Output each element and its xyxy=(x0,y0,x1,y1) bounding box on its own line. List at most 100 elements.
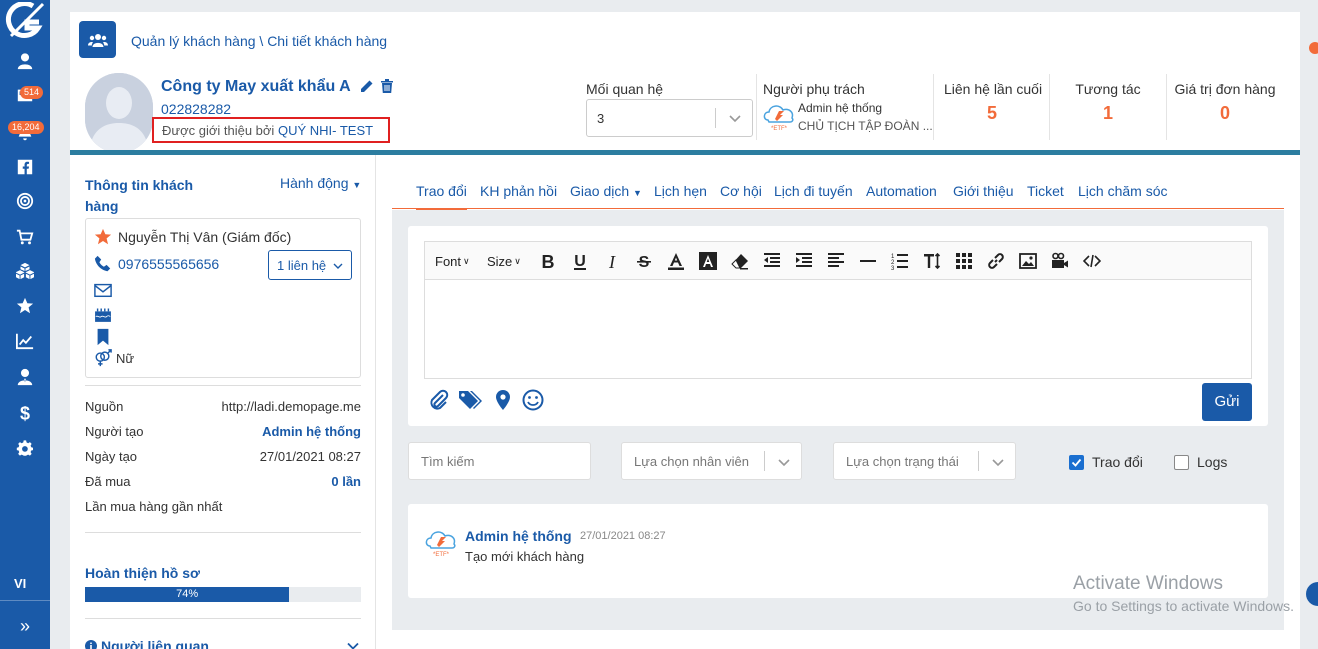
stat-label: Giá trị đơn hàng xyxy=(1174,81,1276,97)
highlight-button[interactable] xyxy=(699,252,717,270)
line-height-button[interactable] xyxy=(923,252,941,270)
referral-name[interactable]: QUÝ NHI- TEST xyxy=(278,123,373,138)
related-people-toggle[interactable]: Người liên quan xyxy=(85,638,209,649)
tags-icon[interactable] xyxy=(458,389,484,411)
status-select[interactable]: Lựa chọn trạng thái xyxy=(833,442,1016,480)
log-author[interactable]: Admin hệ thống xyxy=(465,528,572,544)
gear-icon xyxy=(16,440,34,456)
progress-text: 74% xyxy=(176,588,199,600)
image-button[interactable] xyxy=(1019,252,1037,270)
sidebar-finance[interactable]: $ xyxy=(0,398,50,428)
chevron-down-icon[interactable] xyxy=(347,640,359,649)
horizontal-rule-icon xyxy=(860,260,876,262)
align-button[interactable] xyxy=(827,252,845,270)
clear-format-button[interactable] xyxy=(731,252,749,270)
sidebar-cart[interactable] xyxy=(0,222,50,252)
gender-icon xyxy=(95,349,112,367)
svg-text:*ETF*: *ETF* xyxy=(771,126,788,132)
customer-phone[interactable]: 022828282 xyxy=(161,101,231,117)
customer-info-title: Thông tin khách hàng xyxy=(85,177,194,214)
indent-button[interactable] xyxy=(795,252,813,270)
field-label: Đã mua xyxy=(85,474,131,489)
video-button[interactable] xyxy=(1051,252,1069,270)
birthday-cake-icon xyxy=(95,308,111,322)
app-logo-icon[interactable] xyxy=(3,2,45,40)
field-value[interactable]: 0 lần xyxy=(331,474,361,489)
sidebar-user[interactable] xyxy=(0,46,50,76)
contact-phone[interactable]: 0976555565656 xyxy=(118,256,219,272)
code-view-button[interactable] xyxy=(1083,252,1101,270)
header-divider xyxy=(1166,74,1167,140)
trash-icon[interactable] xyxy=(381,79,393,93)
tab-transactions[interactable]: Giao dịch ▼ xyxy=(570,183,642,199)
sidebar-facebook[interactable] xyxy=(0,152,50,182)
font-dropdown[interactable]: Font ∨ xyxy=(435,252,470,270)
chevron-down-icon: ∨ xyxy=(514,255,521,266)
image-icon xyxy=(1019,253,1037,269)
dollar-icon: $ xyxy=(20,404,30,422)
sidebar-divider xyxy=(0,600,50,601)
tab-referrals[interactable]: Giới thiệu xyxy=(953,183,1014,199)
send-button[interactable]: Gửi xyxy=(1202,383,1252,421)
sidebar-settings[interactable] xyxy=(0,434,50,464)
customers-module-button[interactable] xyxy=(79,21,116,58)
pencil-icon[interactable] xyxy=(360,79,374,93)
tab-care-schedule[interactable]: Lịch chăm sóc xyxy=(1078,183,1167,199)
sidebar-reports[interactable] xyxy=(0,326,50,356)
relationship-select[interactable]: 3 xyxy=(586,99,753,137)
select-separator xyxy=(978,451,979,471)
sidebar-target[interactable] xyxy=(0,186,50,216)
italic-button[interactable]: I xyxy=(603,252,621,270)
customer-detail-panel: Quản lý khách hàng \ Chi tiết khách hàng… xyxy=(70,12,1300,649)
sidebar-products[interactable] xyxy=(0,256,50,286)
svg-text:U: U xyxy=(574,253,586,270)
strikethrough-button[interactable]: S xyxy=(635,252,653,270)
chevron-down-icon: ∨ xyxy=(463,255,470,266)
tab-appointments[interactable]: Lịch hẹn xyxy=(654,183,707,199)
breadcrumb[interactable]: Quản lý khách hàng \ Chi tiết khách hàng xyxy=(131,33,387,49)
actions-dropdown[interactable]: Hành động ▼ xyxy=(280,175,361,191)
contact-birthday-row xyxy=(94,304,118,322)
tab-exchange[interactable]: Trao đổi xyxy=(408,175,475,210)
field-value[interactable]: Admin hệ thống xyxy=(262,424,361,439)
horizontal-rule-button[interactable] xyxy=(859,252,877,270)
paperclip-icon[interactable] xyxy=(428,389,450,411)
sidebar-expand-button[interactable]: » xyxy=(0,612,50,640)
exchange-filter-checkbox[interactable]: Trao đổi xyxy=(1069,454,1143,470)
tab-routes[interactable]: Lịch đi tuyến xyxy=(774,183,853,199)
blue-circle-icon[interactable] xyxy=(1306,582,1318,606)
contacts-dropdown-button[interactable]: 1 liên hệ xyxy=(268,250,352,280)
size-dropdown[interactable]: Size ∨ xyxy=(487,252,521,270)
tab-feedback[interactable]: KH phản hồi xyxy=(480,183,557,199)
text-color-button[interactable] xyxy=(667,252,685,270)
ordered-list-button[interactable]: 123 xyxy=(891,252,909,270)
logs-filter-checkbox[interactable]: Logs xyxy=(1174,454,1227,470)
owner-name[interactable]: Admin hệ thống xyxy=(798,101,882,115)
tab-automation[interactable]: Automation xyxy=(866,183,937,199)
section-divider xyxy=(85,532,361,533)
language-switcher[interactable]: VI xyxy=(14,576,26,591)
smiley-icon[interactable] xyxy=(522,389,544,411)
avatar-placeholder-icon xyxy=(85,73,153,153)
relationship-value: 3 xyxy=(597,111,605,126)
field-value[interactable]: http://ladi.demopage.me xyxy=(222,399,361,414)
header-divider xyxy=(1049,74,1050,140)
staff-select[interactable]: Lựa chọn nhân viên xyxy=(621,442,802,480)
tab-label: Lịch hẹn xyxy=(654,183,707,199)
bold-button[interactable]: B xyxy=(539,252,557,270)
underline-button[interactable]: U xyxy=(571,252,589,270)
link-button[interactable] xyxy=(987,252,1005,270)
rich-text-editor[interactable]: Font ∨ Size ∨ B U I S 123 xyxy=(424,241,1252,379)
stat-value: 0 xyxy=(1219,103,1230,123)
map-marker-icon[interactable] xyxy=(492,389,514,411)
log-time: 27/01/2021 08:27 xyxy=(580,530,666,542)
tab-opportunities[interactable]: Cơ hội xyxy=(720,183,762,199)
sidebar-staff[interactable] xyxy=(0,362,50,392)
tab-ticket[interactable]: Ticket xyxy=(1027,183,1064,199)
table-button[interactable] xyxy=(955,252,973,270)
company-logo-icon: *ETF* xyxy=(763,105,794,132)
sidebar-favorites[interactable] xyxy=(0,291,50,321)
search-input[interactable]: Tìm kiếm xyxy=(408,442,591,480)
outdent-button[interactable] xyxy=(763,252,781,270)
watermark-title: Activate Windows xyxy=(1073,573,1223,594)
